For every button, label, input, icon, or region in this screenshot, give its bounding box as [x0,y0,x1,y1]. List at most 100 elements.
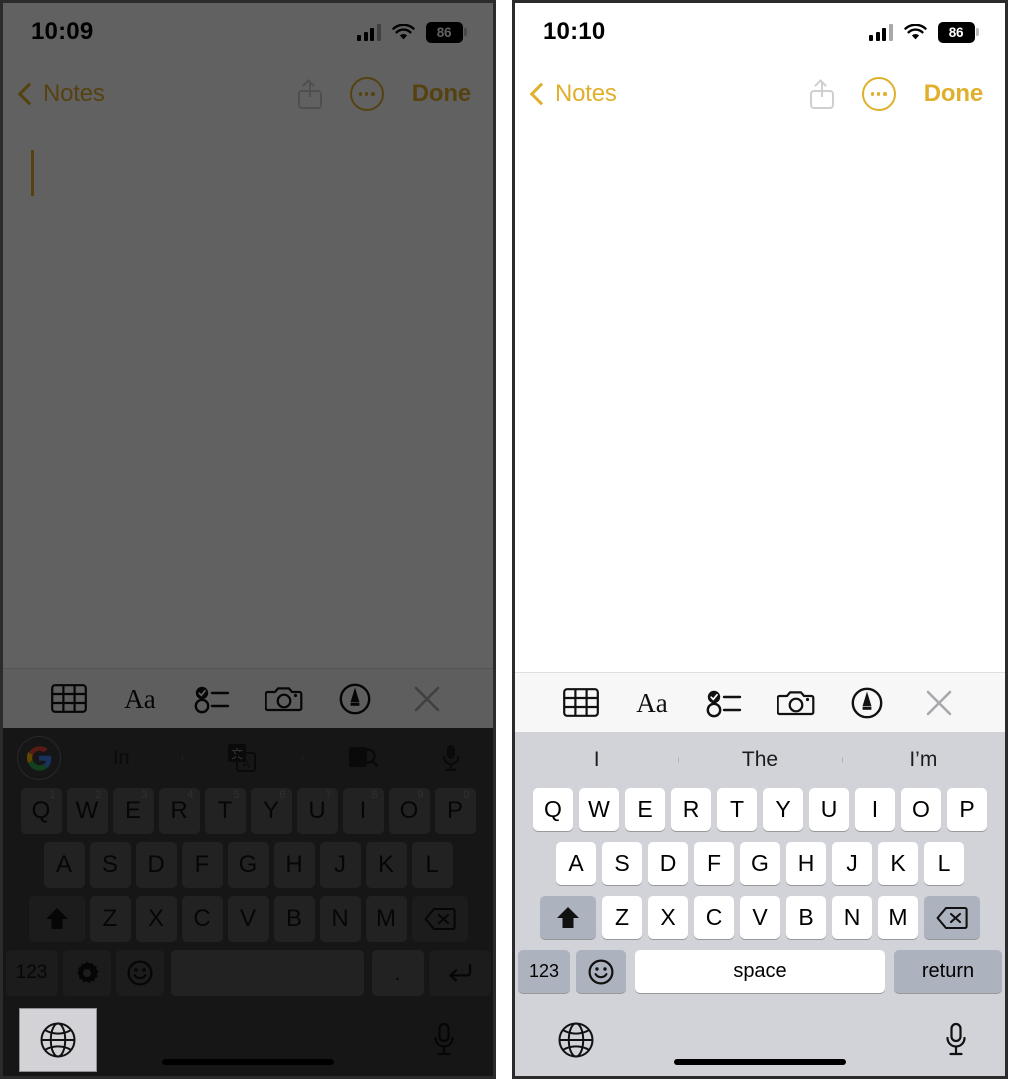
gboard-key[interactable]: 4R [158,788,200,834]
gboard-key[interactable]: J [319,842,361,888]
note-editor-area[interactable] [515,127,1005,672]
numbers-key[interactable]: 123 [5,950,58,996]
back-to-notes-button[interactable]: Notes [529,80,617,108]
keyboard-key[interactable]: V [740,896,780,939]
keyboard-key[interactable]: U [809,788,849,831]
keyboard-key[interactable]: K [878,842,918,885]
back-to-notes-button[interactable]: Notes [17,80,105,108]
microphone-icon[interactable] [423,743,479,773]
keyboard-key[interactable]: L [924,842,964,885]
keyboard-key[interactable]: E [625,788,665,831]
text-format-icon[interactable]: Aa [631,684,673,722]
gboard-key[interactable]: G [227,842,269,888]
shift-arrow-icon[interactable] [28,896,85,942]
keyboard-key[interactable]: I [855,788,895,831]
gboard-suggestion-word[interactable]: In [61,747,182,770]
microphone-icon[interactable] [943,1022,969,1058]
keyboard-key[interactable]: X [648,896,688,939]
markup-pen-icon[interactable] [846,684,888,722]
keyboard-key[interactable]: T [717,788,757,831]
ellipsis-circle-icon[interactable] [861,77,896,111]
microphone-icon[interactable] [431,1022,457,1058]
gboard-key[interactable]: V [227,896,269,942]
gboard-key[interactable]: 2W [66,788,108,834]
share-icon[interactable] [809,79,834,109]
gboard-key[interactable]: 5T [204,788,246,834]
keyboard-key[interactable]: A [556,842,596,885]
checklist-icon[interactable] [703,684,745,722]
gboard-key[interactable]: 1Q [20,788,62,834]
globe-icon[interactable] [557,1021,595,1059]
return-key[interactable]: return [894,950,1002,993]
gboard-key[interactable]: D [135,842,177,888]
camera-icon[interactable] [775,684,817,722]
gboard-key[interactable]: N [319,896,361,942]
keyboard-key[interactable]: D [648,842,688,885]
delete-backward-icon[interactable] [411,896,468,942]
keyboard-key[interactable]: O [901,788,941,831]
gboard-key[interactable]: B [273,896,315,942]
prediction-item[interactable]: I [515,748,678,772]
keyboard-key[interactable]: Z [602,896,642,939]
google-translate-icon[interactable]: 文A [181,743,303,773]
google-logo-icon[interactable] [17,736,61,780]
prediction-item[interactable]: I’m [841,748,1005,772]
keyboard-key[interactable]: G [740,842,780,885]
gboard-key[interactable]: 8I [342,788,384,834]
globe-key-highlighted[interactable] [19,1008,97,1072]
keyboard-key[interactable]: B [786,896,826,939]
gboard-key[interactable]: 7U [296,788,338,834]
delete-backward-icon[interactable] [924,896,980,939]
gboard-key[interactable]: A [43,842,85,888]
period-key[interactable]: . [371,950,424,996]
gboard-key[interactable]: K [365,842,407,888]
space-key[interactable]: space [635,950,885,993]
done-button[interactable]: Done [924,80,983,108]
keyboard-key[interactable]: Q [533,788,573,831]
keyboard-key[interactable]: J [832,842,872,885]
gboard-key[interactable]: 6Y [250,788,292,834]
shift-arrow-icon[interactable] [540,896,596,939]
markup-pen-icon[interactable] [334,680,376,718]
gboard-key[interactable]: F [181,842,223,888]
done-button[interactable]: Done [412,80,471,108]
gboard-key[interactable]: M [365,896,407,942]
keyboard-key[interactable]: W [579,788,619,831]
keyboard-key[interactable]: M [878,896,918,939]
close-icon[interactable] [406,680,448,718]
note-editor-area[interactable] [3,127,493,668]
table-icon[interactable] [560,684,602,722]
google-lens-icon[interactable] [302,744,423,772]
gboard-key[interactable]: X [135,896,177,942]
gear-icon[interactable] [62,950,111,996]
camera-icon[interactable] [263,680,305,718]
gboard-key[interactable]: 0P [434,788,476,834]
gboard-key[interactable]: L [411,842,453,888]
return-arrow-icon[interactable] [428,950,491,996]
gboard-key[interactable]: H [273,842,315,888]
space-key[interactable] [171,950,364,996]
share-icon[interactable] [297,79,322,109]
close-icon[interactable] [918,684,960,722]
emoji-smiley-icon[interactable] [576,950,626,993]
emoji-smiley-icon[interactable] [115,950,164,996]
keyboard-key[interactable]: Y [763,788,803,831]
gboard-key[interactable]: Z [89,896,131,942]
keyboard-key[interactable]: F [694,842,734,885]
checklist-icon[interactable] [191,680,233,718]
keyboard-key[interactable]: P [947,788,987,831]
keyboard-key[interactable]: H [786,842,826,885]
gboard-key[interactable]: S [89,842,131,888]
text-format-icon[interactable]: Aa [119,680,161,718]
gboard-key[interactable]: 3E [112,788,154,834]
table-icon[interactable] [48,680,90,718]
keyboard-key[interactable]: C [694,896,734,939]
prediction-item[interactable]: The [678,748,841,772]
keyboard-key[interactable]: R [671,788,711,831]
ellipsis-circle-icon[interactable] [349,77,384,111]
gboard-key[interactable]: C [181,896,223,942]
keyboard-key[interactable]: S [602,842,642,885]
gboard-key[interactable]: 9O [388,788,430,834]
numbers-key[interactable]: 123 [518,950,570,993]
keyboard-key[interactable]: N [832,896,872,939]
